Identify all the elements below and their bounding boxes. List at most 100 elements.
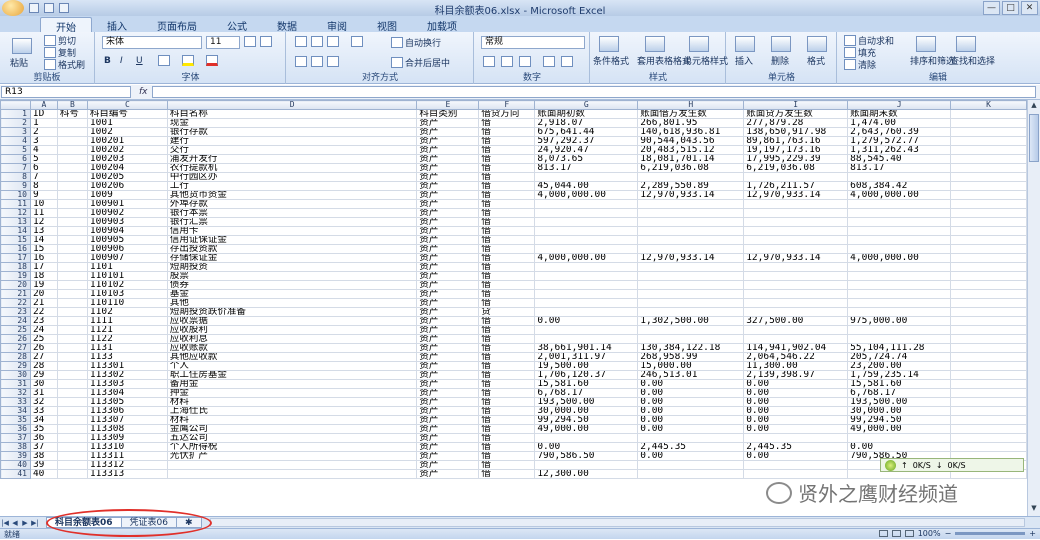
cell[interactable]: 资产 [416,172,480,182]
cell[interactable] [534,262,639,272]
cell[interactable]: 23 [29,316,58,326]
cell[interactable]: 借 [478,334,536,344]
row-header[interactable]: 40 [0,460,31,470]
cell[interactable]: 资产 [416,208,480,218]
cell[interactable]: 100201 [86,136,168,146]
row-header[interactable]: 28 [0,352,31,362]
cell[interactable]: 借 [478,127,536,137]
tab-home[interactable]: 开始 [40,17,92,34]
cell[interactable] [950,343,1027,353]
normal-view-icon[interactable] [878,530,888,537]
cell[interactable]: 49,000.00 [847,424,952,434]
decrease-decimal-icon[interactable] [561,56,575,67]
insert-cells-button[interactable]: 插入 [735,54,753,67]
cell[interactable]: 14 [29,235,58,245]
scroll-thumb[interactable] [1029,114,1039,162]
cell[interactable]: 借 [478,397,536,407]
cell[interactable] [56,118,88,128]
cell[interactable]: 10 [29,199,58,209]
cell[interactable] [56,181,88,191]
cell[interactable] [950,397,1027,407]
prev-sheet-icon[interactable]: ◀ [10,519,20,527]
cell[interactable]: 借 [478,271,536,281]
cell[interactable]: 资产 [416,424,480,434]
paste-icon[interactable] [12,38,32,54]
cell[interactable] [56,163,88,173]
cell[interactable] [56,460,88,470]
shrink-font-icon[interactable] [260,36,274,47]
cell[interactable]: 借 [478,361,536,371]
cell[interactable]: 0.00 [534,442,639,452]
cell[interactable] [743,217,849,227]
cell[interactable] [950,406,1027,416]
cell[interactable]: 借 [478,253,536,263]
cell[interactable] [56,253,88,263]
cell[interactable]: 99,294.50 [534,415,639,425]
cell[interactable] [743,235,849,245]
cell[interactable]: 借 [478,217,536,227]
cell[interactable]: 266,801.95 [637,118,745,128]
cell[interactable]: 110102 [86,280,168,290]
cell[interactable] [847,172,952,182]
cell[interactable]: 资产 [416,379,480,389]
cell[interactable] [847,235,952,245]
select-all-corner[interactable] [0,100,31,110]
cell[interactable]: 借 [478,208,536,218]
cell[interactable]: 资产 [416,253,480,263]
cell[interactable]: 押金 [166,388,418,398]
cell[interactable] [534,226,639,236]
cell[interactable]: 1,311,262.43 [847,145,952,155]
row-header[interactable]: 30 [0,370,31,380]
bold-button[interactable]: B [104,56,111,66]
row-header[interactable]: 3 [0,127,31,137]
cell[interactable]: 存出投资款 [166,244,418,254]
cell[interactable]: 1,726,211.57 [743,181,849,191]
cell[interactable] [637,244,745,254]
cell[interactable]: 0.00 [637,388,745,398]
cell[interactable]: 12,970,933.14 [743,190,849,200]
cell[interactable] [56,424,88,434]
page-layout-view-icon[interactable] [891,530,901,537]
cell[interactable]: 113308 [86,424,168,434]
cell[interactable] [743,208,849,218]
cell[interactable]: 30,000.00 [534,406,639,416]
cell[interactable]: 90,544,043.56 [637,136,745,146]
cell[interactable]: 17 [29,262,58,272]
cell[interactable]: 193,500.00 [847,397,952,407]
row-header[interactable]: 24 [0,316,31,326]
cell[interactable]: 100204 [86,163,168,173]
cell[interactable]: 1122 [86,334,168,344]
cell[interactable]: 0.00 [637,397,745,407]
row-header[interactable]: 26 [0,334,31,344]
cell[interactable] [56,469,88,479]
cell[interactable]: 借 [478,469,536,479]
cell[interactable]: 借 [478,154,536,164]
row-header[interactable]: 39 [0,451,31,461]
cell[interactable]: 2,918.07 [534,118,639,128]
cell[interactable]: 4 [29,145,58,155]
cell[interactable] [56,145,88,155]
cell[interactable] [56,307,88,317]
new-sheet-icon[interactable]: ✱ [175,517,202,528]
cell[interactable]: 光伏扩产 [166,451,418,461]
cell[interactable] [950,370,1027,380]
formula-input[interactable] [151,86,1036,98]
cell[interactable]: 银行汇票 [166,217,418,227]
cell[interactable]: 12,970,933.14 [637,190,745,200]
cell[interactable]: 2,643,760.39 [847,127,952,137]
cell[interactable]: 113301 [86,361,168,371]
cell[interactable] [743,244,849,254]
cell[interactable] [56,451,88,461]
cell[interactable]: 借 [478,424,536,434]
worksheet-grid[interactable]: ABCDEFGHIJK 1 ID 科号 科目编号 科目名称 科目类别 借贷方向 账面期初数 账面… [0,100,1027,516]
cell[interactable]: 银行存款 [166,127,418,137]
cell[interactable] [56,244,88,254]
cell[interactable]: 113309 [86,433,168,443]
cell[interactable]: 资产 [416,226,480,236]
grow-font-icon[interactable] [244,36,258,47]
cell[interactable]: 277,879.28 [743,118,849,128]
cell[interactable] [56,280,88,290]
cell[interactable]: 资产 [416,154,480,164]
cell[interactable] [950,109,1027,119]
cell[interactable]: 113312 [86,460,168,470]
